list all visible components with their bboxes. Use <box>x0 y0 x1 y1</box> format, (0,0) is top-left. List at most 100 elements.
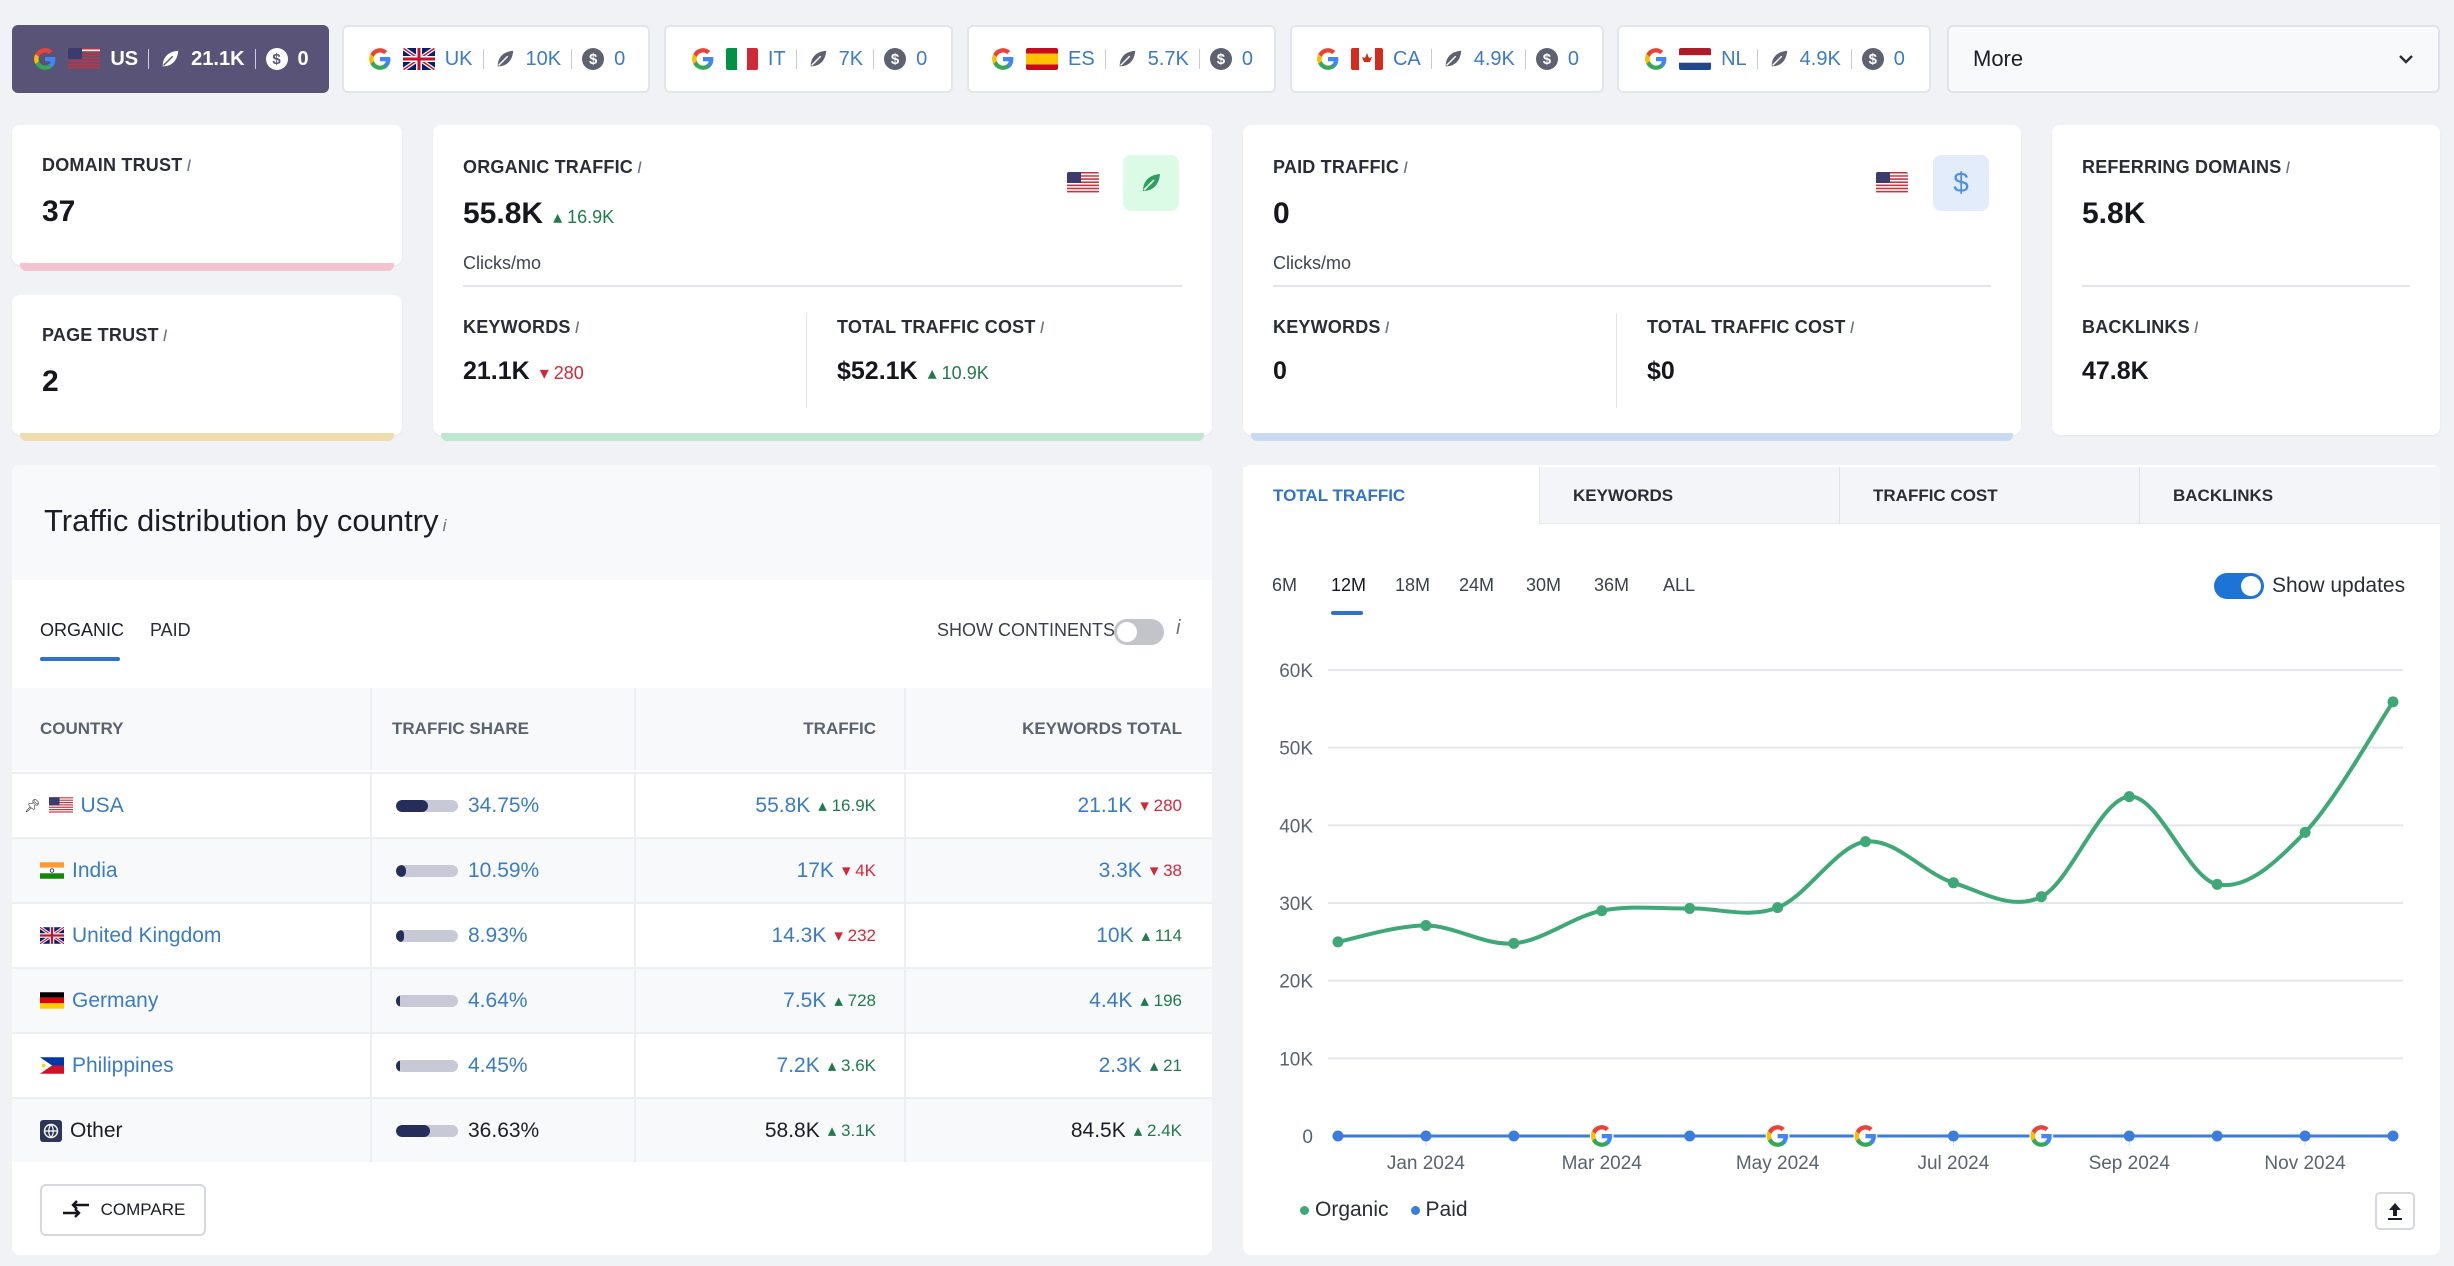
google-update-marker-icon[interactable] <box>1854 1124 1878 1148</box>
traffic-cell: 58.8K ▴ 3.1K <box>636 1099 906 1162</box>
tab-total-traffic[interactable]: TOTAL TRAFFIC <box>1243 467 1540 524</box>
compare-button[interactable]: COMPARE <box>40 1184 206 1236</box>
paid-data-point[interactable] <box>2212 1131 2223 1142</box>
info-icon[interactable]: i <box>186 156 191 175</box>
paid-data-point[interactable] <box>1333 1131 1344 1142</box>
paid-data-point[interactable] <box>1684 1131 1695 1142</box>
tab-traffic-cost[interactable]: TRAFFIC COST <box>1841 467 2140 524</box>
country-chip-it[interactable]: IT 7K $ 0 <box>664 25 953 93</box>
keywords-value[interactable]: 2.3K <box>1099 1054 1142 1078</box>
info-icon[interactable]: i <box>443 516 447 535</box>
period-12m[interactable]: 12M <box>1331 575 1366 596</box>
active-period-underline <box>1331 611 1363 615</box>
organic-data-point[interactable] <box>1420 920 1431 931</box>
paid-data-point[interactable] <box>1948 1131 1959 1142</box>
keywords-value[interactable]: 3.3K <box>1099 859 1142 883</box>
export-button[interactable] <box>2375 1192 2415 1230</box>
organic-data-point[interactable] <box>2124 791 2135 802</box>
country-code: CA <box>1393 48 1421 71</box>
organic-data-point[interactable] <box>1772 902 1783 913</box>
x-tick-label: Mar 2024 <box>1562 1153 1643 1174</box>
organic-data-point[interactable] <box>2036 891 2047 902</box>
period-24m[interactable]: 24M <box>1459 575 1494 596</box>
google-update-marker-icon[interactable] <box>2029 1124 2053 1148</box>
keywords-value[interactable]: 10K <box>1096 924 1133 948</box>
traffic-share-cell: 8.93% <box>372 904 636 967</box>
x-tick-label: Nov 2024 <box>2264 1153 2346 1174</box>
country-chip-nl[interactable]: NL 4.9K $ 0 <box>1617 25 1931 93</box>
country-name[interactable]: United Kingdom <box>72 924 221 948</box>
organic-data-point[interactable] <box>1508 938 1519 949</box>
period-30m[interactable]: 30M <box>1526 575 1561 596</box>
info-icon[interactable]: i <box>1176 617 1180 640</box>
info-icon[interactable]: i <box>1850 318 1855 337</box>
google-update-marker-icon[interactable] <box>1590 1124 1614 1148</box>
country-chip-ca[interactable]: CA 4.9K $ 0 <box>1290 25 1604 93</box>
paid-data-point[interactable] <box>1420 1131 1431 1142</box>
organic-data-point[interactable] <box>1333 936 1344 947</box>
country-name[interactable]: Germany <box>72 989 158 1013</box>
legend-organic[interactable]: Organic <box>1300 1198 1389 1222</box>
organic-data-point[interactable] <box>1684 903 1695 914</box>
country-chip-us[interactable]: US 21.1K $ 0 <box>12 25 329 93</box>
organic-data-point[interactable] <box>2300 827 2311 838</box>
paid-data-point[interactable] <box>2388 1131 2399 1142</box>
table-row: Other 36.63% 58.8K ▴ 3.1K 84.5K ▴ 2.4K <box>12 1097 1212 1162</box>
column-country[interactable]: COUNTRY <box>12 688 372 770</box>
tab-organic[interactable]: ORGANIC <box>40 620 124 641</box>
organic-leaf-button[interactable] <box>1123 155 1179 211</box>
show-continents-toggle[interactable] <box>1114 619 1164 645</box>
traffic-cell: 7.5K ▴ 728 <box>636 969 906 1032</box>
period-6m[interactable]: 6M <box>1272 575 1297 596</box>
info-icon[interactable]: i <box>1385 318 1390 337</box>
show-updates-toggle[interactable] <box>2214 573 2264 599</box>
info-icon[interactable]: i <box>637 158 642 177</box>
organic-data-point[interactable] <box>2212 879 2223 890</box>
traffic-value[interactable]: 14.3K <box>771 924 826 948</box>
in-flag-icon <box>40 862 64 879</box>
tab-keywords[interactable]: KEYWORDS <box>1541 467 1840 524</box>
paid-cost-value: $0 <box>1647 357 1675 386</box>
country-name[interactable]: Philippines <box>72 1054 174 1078</box>
country-name[interactable]: India <box>72 859 118 883</box>
period-18m[interactable]: 18M <box>1395 575 1430 596</box>
legend-paid[interactable]: Paid <box>1411 1198 1468 1222</box>
traffic-share-cell: 4.45% <box>372 1034 636 1097</box>
paid-data-point[interactable] <box>1508 1131 1519 1142</box>
info-icon[interactable]: i <box>1040 318 1045 337</box>
organic-data-point[interactable] <box>1948 877 1959 888</box>
country-name[interactable]: USA <box>81 794 124 818</box>
traffic-value[interactable]: 7.5K <box>783 989 826 1013</box>
es-flag-icon <box>1026 48 1058 70</box>
tab-paid[interactable]: PAID <box>150 620 191 641</box>
traffic-value[interactable]: 17K <box>797 859 834 883</box>
info-icon[interactable]: i <box>2285 158 2290 177</box>
organic-data-point[interactable] <box>1596 905 1607 916</box>
country-chip-es[interactable]: ES 5.7K $ 0 <box>967 25 1276 93</box>
paid-dollar-button[interactable]: $ <box>1933 155 1989 211</box>
paid-data-point[interactable] <box>2300 1131 2311 1142</box>
info-icon[interactable]: i <box>163 326 168 345</box>
organic-data-point[interactable] <box>2388 696 2399 707</box>
keywords-value[interactable]: 4.4K <box>1089 989 1132 1013</box>
more-countries-dropdown[interactable]: More <box>1947 25 2440 93</box>
traffic-value[interactable]: 7.2K <box>777 1054 820 1078</box>
traffic-share-cell: 10.59% <box>372 839 636 902</box>
tab-backlinks[interactable]: BACKLINKS <box>2141 467 2440 524</box>
column-traffic[interactable]: TRAFFIC <box>636 688 906 770</box>
google-update-marker-icon[interactable] <box>1766 1124 1790 1148</box>
period-36m[interactable]: 36M <box>1594 575 1629 596</box>
country-chip-uk[interactable]: UK 10K $ 0 <box>342 25 650 93</box>
keywords-value[interactable]: 21.1K <box>1077 794 1132 818</box>
pin-icon[interactable]: 📌︎ <box>24 798 41 814</box>
info-icon[interactable]: i <box>575 318 580 337</box>
y-tick-label: 10K <box>1279 1049 1313 1070</box>
info-icon[interactable]: i <box>1403 158 1408 177</box>
traffic-value[interactable]: 55.8K <box>755 794 810 818</box>
column-keywords-total[interactable]: KEYWORDS TOTAL <box>906 688 1212 770</box>
period-all[interactable]: ALL <box>1663 575 1695 596</box>
column-traffic-share[interactable]: TRAFFIC SHARE <box>372 688 636 770</box>
organic-data-point[interactable] <box>1860 836 1871 847</box>
info-icon[interactable]: i <box>2194 318 2199 337</box>
paid-data-point[interactable] <box>2124 1131 2135 1142</box>
